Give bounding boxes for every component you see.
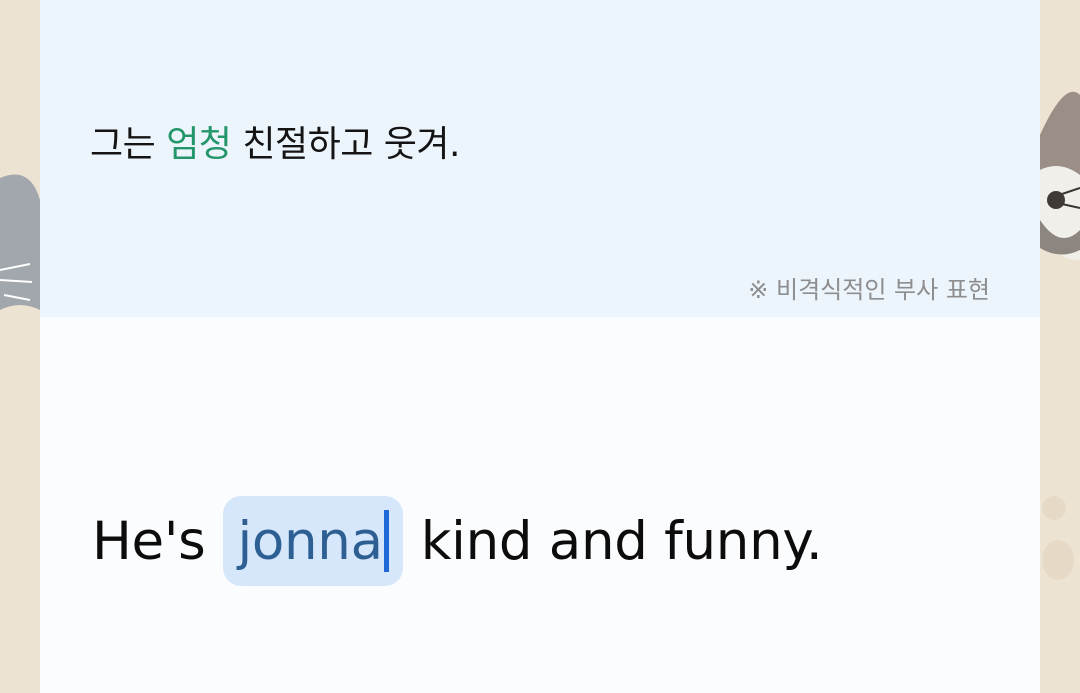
answer-text-before: He's — [92, 510, 206, 572]
answer-input-value[interactable]: jonna — [237, 511, 383, 572]
sentence-card: 그는 엄청 친절하고 웃겨. ※ 비격식적인 부사 표현 He's jonna … — [40, 0, 1040, 693]
prompt-text-after: 친절하고 웃겨. — [231, 124, 460, 165]
answer-text-after: kind and funny. — [420, 510, 823, 572]
prompt-panel: 그는 엄청 친절하고 웃겨. ※ 비격식적인 부사 표현 — [40, 0, 1040, 317]
grammar-note: ※ 비격식적인 부사 표현 — [748, 276, 990, 304]
cat-face-icon — [0, 174, 40, 310]
cat-face-icon — [1040, 91, 1080, 260]
prompt-text-before: 그는 — [90, 124, 167, 165]
paw-print-icon — [1042, 496, 1074, 580]
text-cursor — [383, 510, 389, 572]
answer-input-field[interactable]: jonna — [223, 496, 403, 586]
english-answer-sentence: He's jonna kind and funny. — [92, 495, 823, 587]
korean-prompt-sentence: 그는 엄청 친절하고 웃겨. — [90, 115, 460, 167]
prompt-highlighted-word: 엄청 — [166, 124, 232, 165]
